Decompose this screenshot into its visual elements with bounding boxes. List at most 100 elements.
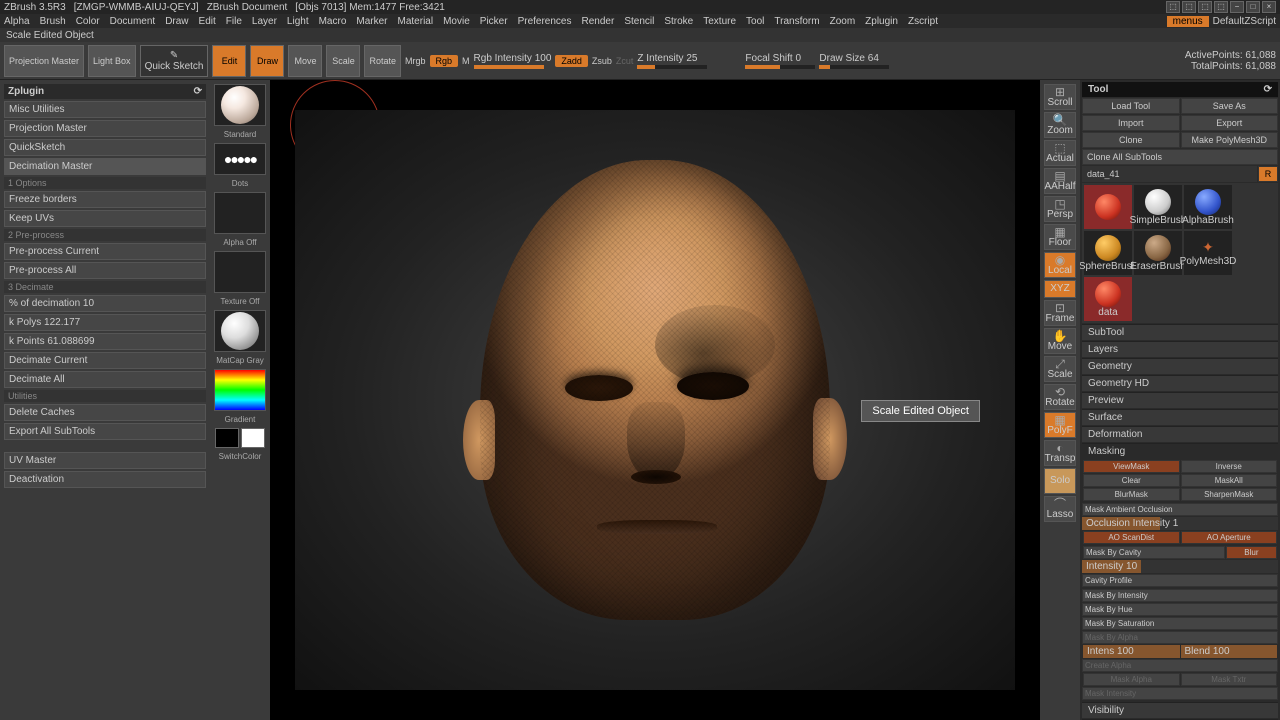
draw-size-slider[interactable]: Draw Size 64 [819, 53, 889, 69]
gradient-label[interactable]: Gradient [225, 415, 256, 424]
masking-section[interactable]: Masking [1082, 443, 1278, 459]
material-swatch[interactable] [214, 310, 266, 352]
brush-swatch[interactable] [214, 84, 266, 126]
cavity-intensity[interactable]: Intensity 10 [1082, 560, 1278, 573]
tool-cell[interactable]: AlphaBrush [1184, 185, 1232, 229]
ao-scandist[interactable]: AO ScanDist [1083, 531, 1180, 544]
k-points[interactable]: k Points 61.088699 [4, 333, 206, 350]
pin-icon[interactable]: ⟳ [194, 86, 202, 97]
menu-preferences[interactable]: Preferences [518, 16, 572, 27]
polyf-button[interactable]: ▦PolyF [1044, 412, 1076, 438]
menu-material[interactable]: Material [398, 16, 434, 27]
solo-button[interactable]: Solo [1044, 468, 1076, 494]
menu-marker[interactable]: Marker [356, 16, 387, 27]
xyz-button[interactable]: XYZ [1044, 280, 1076, 298]
clone-button[interactable]: Clone [1082, 132, 1180, 148]
projection-master-button[interactable]: Projection Master [4, 45, 84, 77]
decimate-all[interactable]: Decimate All [4, 371, 206, 388]
inverse-button[interactable]: Inverse [1181, 460, 1278, 473]
menu-light[interactable]: Light [287, 16, 309, 27]
pin-icon[interactable]: ⟳ [1264, 84, 1272, 95]
blend-slider[interactable]: Blend 100 [1181, 645, 1278, 658]
local-button[interactable]: ◉Local [1044, 252, 1076, 278]
tool-cell[interactable] [1084, 185, 1132, 229]
zadd-toggle[interactable]: Zadd [555, 55, 588, 67]
menu-document[interactable]: Document [110, 16, 156, 27]
blurmask-button[interactable]: BlurMask [1083, 488, 1180, 501]
menu-zscript[interactable]: Zscript [908, 16, 938, 27]
stroke-swatch[interactable]: ●●●●● [214, 143, 266, 175]
cavity-profile-button[interactable]: Cavity Profile [1082, 574, 1278, 587]
decimation-master[interactable]: Decimation Master [4, 158, 206, 175]
menu-stroke[interactable]: Stroke [664, 16, 693, 27]
tool-cell[interactable]: data [1084, 277, 1132, 321]
tool-name[interactable]: data_41 [1082, 166, 1257, 182]
mask-cavity-button[interactable]: Mask By Cavity [1083, 546, 1225, 559]
menu-tool[interactable]: Tool [746, 16, 764, 27]
geometry-hd-section[interactable]: Geometry HD [1082, 375, 1278, 391]
zsub-toggle[interactable]: Zsub [592, 56, 612, 66]
export-subtools[interactable]: Export All SubTools [4, 423, 206, 440]
texture-swatch[interactable] [214, 251, 266, 293]
sys-btn[interactable]: ⬚ [1198, 1, 1212, 13]
pct-decimation[interactable]: % of decimation 10 [4, 295, 206, 312]
menu-edit[interactable]: Edit [199, 16, 216, 27]
menus-toggle[interactable]: menus [1167, 16, 1209, 27]
zcut-toggle[interactable]: Zcut [616, 56, 634, 66]
alpha-swatch[interactable] [214, 192, 266, 234]
menu-layer[interactable]: Layer [252, 16, 277, 27]
preprocess-current[interactable]: Pre-process Current [4, 243, 206, 260]
save-as-button[interactable]: Save As [1181, 98, 1279, 114]
edit-button[interactable]: Edit [212, 45, 246, 77]
menu-alpha[interactable]: Alpha [4, 16, 30, 27]
m-toggle[interactable]: M [462, 56, 470, 66]
z-intensity-slider[interactable]: Z Intensity 25 [637, 53, 707, 69]
intens-slider[interactable]: Intens 100 [1083, 645, 1180, 658]
actual-button[interactable]: ⬚Actual [1044, 140, 1076, 166]
clone-all-button[interactable]: Clone All SubTools [1082, 149, 1278, 165]
scroll-button[interactable]: ⊞Scroll [1044, 84, 1076, 110]
menu-stencil[interactable]: Stencil [624, 16, 654, 27]
geometry-section[interactable]: Geometry [1082, 358, 1278, 374]
preprocess-all[interactable]: Pre-process All [4, 262, 206, 279]
mrgb-toggle[interactable]: Mrgb [405, 56, 426, 66]
sys-btn[interactable]: ⬚ [1166, 1, 1180, 13]
menu-picker[interactable]: Picker [480, 16, 508, 27]
lasso-button[interactable]: ⌒Lasso [1044, 496, 1076, 522]
mask-hue-button[interactable]: Mask By Hue [1082, 603, 1278, 616]
scale-view-button[interactable]: ⤢Scale [1044, 356, 1076, 382]
move-view-button[interactable]: ✋Move [1044, 328, 1076, 354]
close-button[interactable]: × [1262, 1, 1276, 13]
rotate-view-button[interactable]: ⟲Rotate [1044, 384, 1076, 410]
freeze-borders[interactable]: Freeze borders [4, 191, 206, 208]
zplugin-header[interactable]: Zplugin⟳ [4, 84, 206, 99]
make-polymesh-button[interactable]: Make PolyMesh3D [1181, 132, 1279, 148]
uv-master[interactable]: UV Master [4, 452, 206, 469]
sys-btn[interactable]: ⬚ [1182, 1, 1196, 13]
viewport[interactable]: Scale Edited Object [270, 80, 1040, 720]
tool-cell[interactable]: SphereBrush [1084, 231, 1132, 275]
surface-section[interactable]: Surface [1082, 409, 1278, 425]
preview-section[interactable]: Preview [1082, 392, 1278, 408]
clear-button[interactable]: Clear [1083, 474, 1180, 487]
menu-color[interactable]: Color [76, 16, 100, 27]
mask-intensity-button[interactable]: Mask By Intensity [1082, 589, 1278, 602]
move-button[interactable]: Move [288, 45, 322, 77]
tool-cell[interactable]: ✦PolyMesh3D [1184, 231, 1232, 275]
quicksketch[interactable]: QuickSketch [4, 139, 206, 156]
switch-color[interactable]: SwitchColor [219, 452, 262, 461]
rotate-button[interactable]: Rotate [364, 45, 401, 77]
mask-saturation-button[interactable]: Mask By Saturation [1082, 617, 1278, 630]
menu-macro[interactable]: Macro [319, 16, 347, 27]
layers-section[interactable]: Layers [1082, 341, 1278, 357]
transp-button[interactable]: ◐Transp [1044, 440, 1076, 466]
sys-btn[interactable]: ⬚ [1214, 1, 1228, 13]
visibility-section[interactable]: Visibility [1082, 702, 1278, 718]
scale-button[interactable]: Scale [326, 45, 360, 77]
projection-master[interactable]: Projection Master [4, 120, 206, 137]
rgb-toggle[interactable]: Rgb [430, 55, 459, 67]
viewmask-button[interactable]: ViewMask [1083, 460, 1180, 473]
default-script[interactable]: DefaultZScript [1213, 16, 1276, 27]
tool-header[interactable]: Tool⟳ [1082, 82, 1278, 97]
mesh-head[interactable] [455, 150, 855, 650]
